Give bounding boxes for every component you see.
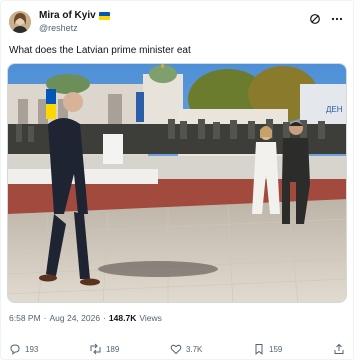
tweet-photo[interactable]: ДЕН [7, 63, 347, 303]
repost-count: 189 [105, 344, 120, 354]
bookmark-button[interactable]: 159 [253, 343, 282, 355]
share-icon [333, 343, 345, 355]
share-button[interactable] [333, 343, 345, 355]
author-handle[interactable]: @reshetz [39, 23, 78, 33]
reply-count: 193 [25, 344, 39, 354]
like-button[interactable]: 3.7K [170, 343, 202, 355]
repost-icon [89, 343, 102, 355]
grok-icon[interactable] [309, 13, 321, 25]
bookmark-icon [253, 343, 265, 355]
views-label: Views [139, 313, 162, 323]
meta-separator: · [103, 313, 106, 323]
like-icon [170, 343, 182, 355]
tweet-card: Mira of Kyiv @reshetz What does the Latv… [0, 0, 354, 360]
meta-separator: · [43, 313, 47, 323]
author-display-name[interactable]: Mira of Kyiv [39, 10, 96, 21]
bookmark-count: 159 [269, 344, 283, 354]
header-actions [309, 13, 343, 25]
reply-button[interactable]: 193 [9, 343, 38, 355]
repost-button[interactable]: 189 [89, 343, 119, 355]
like-count: 3.7K [185, 344, 203, 354]
author-name-line: Mira of Kyiv [39, 10, 110, 21]
more-icon[interactable] [331, 13, 343, 25]
tweet-time[interactable]: 6:58 PM [9, 313, 41, 323]
tweet-text: What does the Latvian prime minister eat [9, 45, 191, 56]
views-count: 148.7K [108, 313, 137, 323]
screen-text: ДЕН [326, 105, 343, 114]
reply-icon [9, 343, 21, 355]
avatar[interactable] [9, 11, 31, 33]
tweet-actions: 193 189 3.7K 159 [9, 342, 345, 356]
tweet-date[interactable]: Aug 24, 2026 [50, 313, 101, 323]
tweet-meta: 6:58 PM · Aug 24, 2026 · 148.7K Views [9, 313, 162, 323]
tweet-header: Mira of Kyiv @reshetz [9, 9, 345, 37]
ukraine-flag-icon [98, 11, 110, 20]
